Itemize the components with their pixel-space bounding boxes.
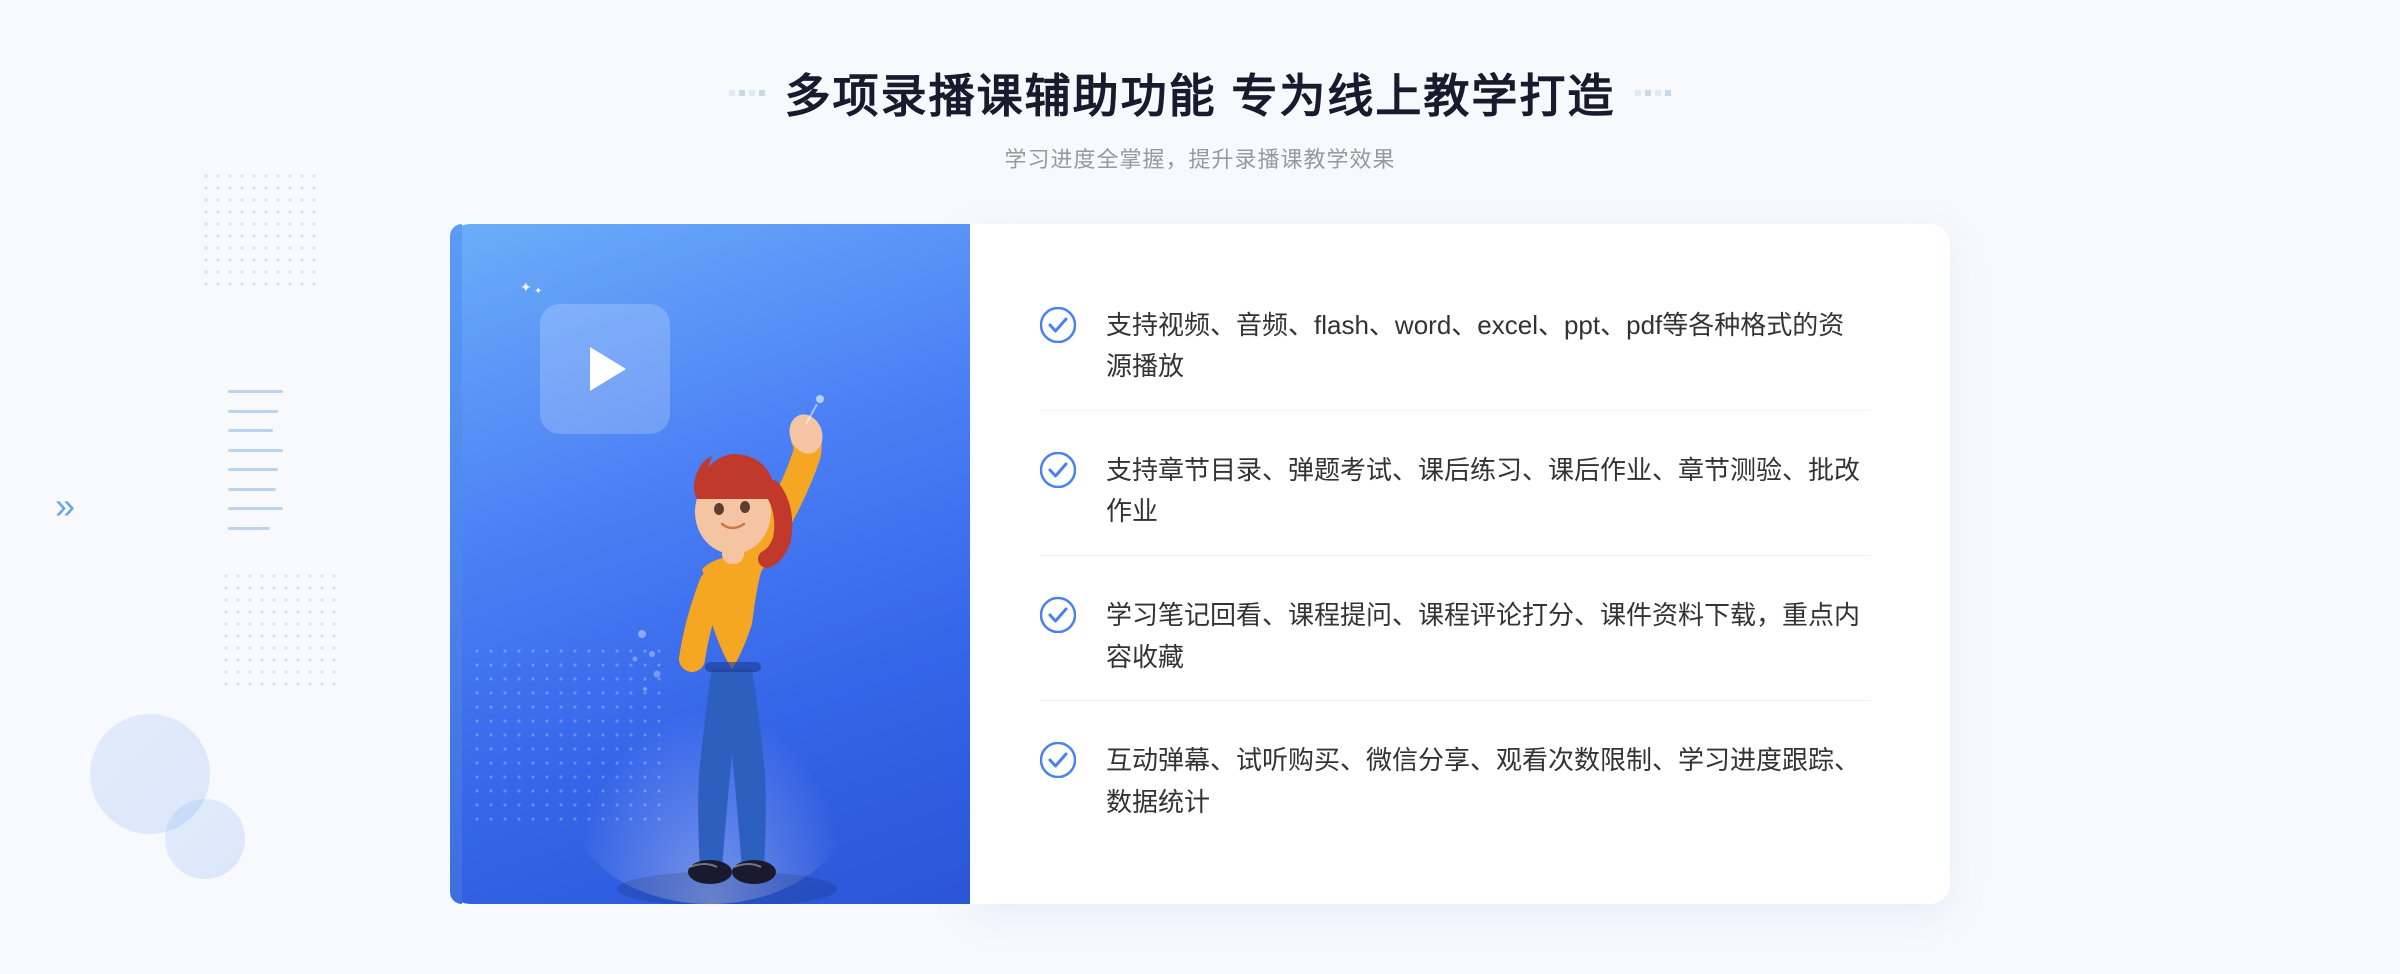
- header-section: 多项录播课辅助功能 专为线上教学打造 学习进度全掌握，提升录播课教学效果: [729, 60, 1672, 174]
- page-title: 多项录播课辅助功能 专为线上教学打造: [785, 60, 1616, 126]
- illustration-panel: ✦ ✦: [450, 224, 970, 904]
- dots-decoration-top: [200, 170, 320, 290]
- feature-text-2: 支持章节目录、弹题考试、课后练习、课后作业、章节测验、批改作业: [1106, 450, 1870, 533]
- feature-item-3: 学习笔记回看、课程提问、课程评论打分、课件资料下载，重点内容收藏: [1040, 573, 1870, 701]
- stripes-decoration: [228, 390, 288, 530]
- feature-text-3: 学习笔记回看、课程提问、课程评论打分、课件资料下载，重点内容收藏: [1106, 595, 1870, 678]
- check-icon-4: [1040, 742, 1076, 778]
- star-decoration-2: ✦: [534, 286, 542, 297]
- title-decoration-right: [1635, 90, 1671, 96]
- star-decoration-1: ✦: [520, 279, 532, 296]
- check-icon-2: [1040, 452, 1076, 488]
- feature-item-1: 支持视频、音频、flash、word、excel、ppt、pdf等各种格式的资源…: [1040, 283, 1870, 411]
- features-panel: 支持视频、音频、flash、word、excel、ppt、pdf等各种格式的资源…: [970, 224, 1950, 904]
- circle-decoration-2: [165, 799, 245, 879]
- page-container: » 多项录播课辅助功能 专为线上教学打造 学习进度全掌握，提升录播课教学效果: [0, 0, 2400, 974]
- blue-side-bar: [450, 224, 462, 904]
- check-icon-1: [1040, 307, 1076, 343]
- feature-text-1: 支持视频、音频、flash、word、excel、ppt、pdf等各种格式的资源…: [1106, 305, 1870, 388]
- main-content: ✦ ✦: [450, 224, 1950, 904]
- dots-decoration-bottom: [220, 570, 340, 690]
- chevron-left-decoration: »: [55, 485, 75, 527]
- check-icon-3: [1040, 597, 1076, 633]
- person-illustration: [557, 314, 897, 904]
- title-row: 多项录播课辅助功能 专为线上教学打造: [729, 60, 1672, 126]
- feature-item-4: 互动弹幕、试听购买、微信分享、观看次数限制、学习进度跟踪、数据统计: [1040, 718, 1870, 845]
- feature-item-2: 支持章节目录、弹题考试、课后练习、课后作业、章节测验、批改作业: [1040, 428, 1870, 556]
- feature-text-4: 互动弹幕、试听购买、微信分享、观看次数限制、学习进度跟踪、数据统计: [1106, 740, 1870, 823]
- page-subtitle: 学习进度全掌握，提升录播课教学效果: [729, 142, 1672, 174]
- title-decoration-left: [729, 90, 765, 96]
